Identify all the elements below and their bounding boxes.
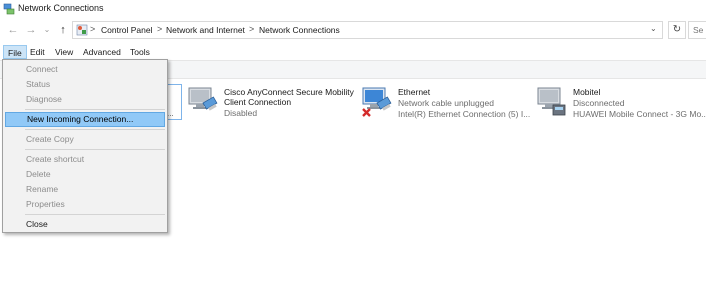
menu-tools[interactable]: Tools <box>126 45 154 59</box>
connection-status: Disconnected <box>573 98 625 108</box>
menu-view[interactable]: View <box>51 45 77 59</box>
forward-button[interactable]: → <box>24 23 38 37</box>
breadcrumb-separator: > <box>90 24 96 34</box>
menu-item-create-copy[interactable]: Create Copy <box>5 132 165 147</box>
connection-device: Intel(R) Ethernet Connection (5) I... <box>398 109 531 119</box>
search-input[interactable]: Se <box>688 21 706 39</box>
menu-file[interactable]: File <box>3 45 27 59</box>
network-adapter-icon <box>188 87 218 111</box>
connection-name: Ethernet <box>398 87 431 97</box>
breadcrumb-separator: > <box>249 24 255 34</box>
menu-item-diagnose[interactable]: Diagnose <box>5 92 165 107</box>
menu-bar: File Edit View Advanced Tools <box>0 44 706 59</box>
window-title: Network Connections <box>18 3 104 13</box>
back-button[interactable]: ← <box>6 23 20 37</box>
connection-status: Disabled <box>224 108 258 118</box>
breadcrumb-network-and-internet[interactable]: Network and Internet <box>166 25 245 35</box>
menu-separator <box>25 109 165 110</box>
file-menu-dropdown: Connect Status Diagnose New Incoming Con… <box>2 59 168 233</box>
menu-separator <box>25 214 165 215</box>
connection-cisco-anyconnect[interactable]: Cisco AnyConnect Secure Mobility Client … <box>187 85 357 125</box>
control-panel-icon <box>76 24 88 36</box>
breadcrumb-separator: > <box>157 24 163 34</box>
connection-name: Cisco AnyConnect Secure Mobility <box>224 87 354 97</box>
menu-item-connect[interactable]: Connect <box>5 62 165 77</box>
refresh-button[interactable]: ↻ <box>668 21 686 39</box>
menu-item-rename[interactable]: Rename <box>5 182 165 197</box>
menu-item-properties[interactable]: Properties <box>5 197 165 212</box>
recent-locations-button[interactable]: ⌄ <box>40 23 54 37</box>
menu-item-status[interactable]: Status <box>5 77 165 92</box>
up-button[interactable]: ↑ <box>56 23 70 37</box>
connection-mobitel[interactable]: Mobitel Disconnected HUAWEI Mobile Conne… <box>536 85 706 125</box>
menu-item-close[interactable]: Close <box>5 217 165 232</box>
menu-advanced[interactable]: Advanced <box>79 45 125 59</box>
menu-edit[interactable]: Edit <box>26 45 49 59</box>
menu-separator <box>25 149 165 150</box>
connection-status: Network cable unplugged <box>398 98 494 108</box>
breadcrumb-network-connections[interactable]: Network Connections <box>259 25 340 35</box>
partial-item-text: ... <box>167 109 174 118</box>
ethernet-adapter-icon <box>362 87 392 117</box>
menu-item-new-incoming-connection[interactable]: New Incoming Connection... <box>5 112 165 127</box>
mobile-broadband-icon <box>537 87 566 116</box>
menu-item-delete[interactable]: Delete <box>5 167 165 182</box>
network-connections-icon <box>3 3 15 15</box>
connection-ethernet[interactable]: Ethernet Network cable unplugged Intel(R… <box>361 85 531 125</box>
address-dropdown-icon[interactable]: ⌄ <box>650 24 657 33</box>
connection-name: Mobitel <box>573 87 601 97</box>
address-bar: ← → ⌄ ↑ > Control Panel > Network and In… <box>0 19 706 41</box>
connection-device: HUAWEI Mobile Connect - 3G Mo... <box>573 109 706 119</box>
connection-name-line2: Client Connection <box>224 97 292 107</box>
breadcrumb-control-panel[interactable]: Control Panel <box>101 25 153 35</box>
menu-item-create-shortcut[interactable]: Create shortcut <box>5 152 165 167</box>
title-bar: Network Connections <box>0 0 706 18</box>
menu-separator <box>25 129 165 130</box>
address-path[interactable]: > Control Panel > Network and Internet >… <box>72 21 663 39</box>
